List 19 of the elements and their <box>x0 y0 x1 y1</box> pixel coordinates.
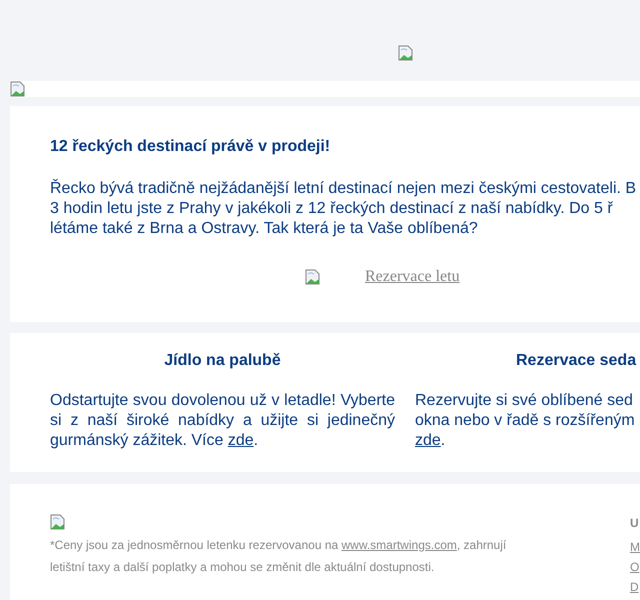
broken-image-icon <box>50 514 66 530</box>
feature-text: Odstartujte svou dovolenou už v letadle! Vyberte si z naší široké nabídky a užijte si jedinečný gurmánský zážitek. Více zde. <box>50 391 395 451</box>
more-link[interactable]: zde <box>228 432 254 449</box>
broken-image-icon <box>305 269 321 285</box>
footer-link[interactable]: D <box>630 579 640 595</box>
promo-title: 12 řeckých destinací právě v prodeji! <box>50 137 332 157</box>
broken-image-icon <box>398 45 414 61</box>
broken-image-icon <box>10 81 26 97</box>
footer-link[interactable]: M <box>630 539 640 555</box>
feature-text: Rezervujte si své oblíbené sed okna nebo v řadě s rozšířeným zde. <box>415 391 636 451</box>
disclaimer-text: *Ceny jsou za jednosměrnou letenku rezervovanou na www.smartwings.com, zahrnují letištní taxy a další poplatky a mohou se změnit dle aktuální dostupnosti. <box>50 537 508 576</box>
website-link[interactable]: www.smartwings.com <box>342 538 457 552</box>
feature-title: Jídlo na palubě <box>163 351 282 371</box>
booking-link[interactable]: Rezervace letu <box>365 265 460 289</box>
side-heading: U <box>630 515 640 531</box>
more-link[interactable]: zde <box>415 432 441 449</box>
footer-link[interactable]: O <box>630 559 640 575</box>
promo-text: Řecko bývá tradičně nejžádanější letní destinací nejen mezi českými cestovateli. B 3 hodin letu jste z Prahy v jakékoli z 12 řeckých destinací z naší nabídky. Do 5 ř létáme také z Brna a Ostravy. Tak která je ta Vaše oblíbená? <box>50 179 638 239</box>
feature-title: Rezervace seda <box>515 351 636 371</box>
